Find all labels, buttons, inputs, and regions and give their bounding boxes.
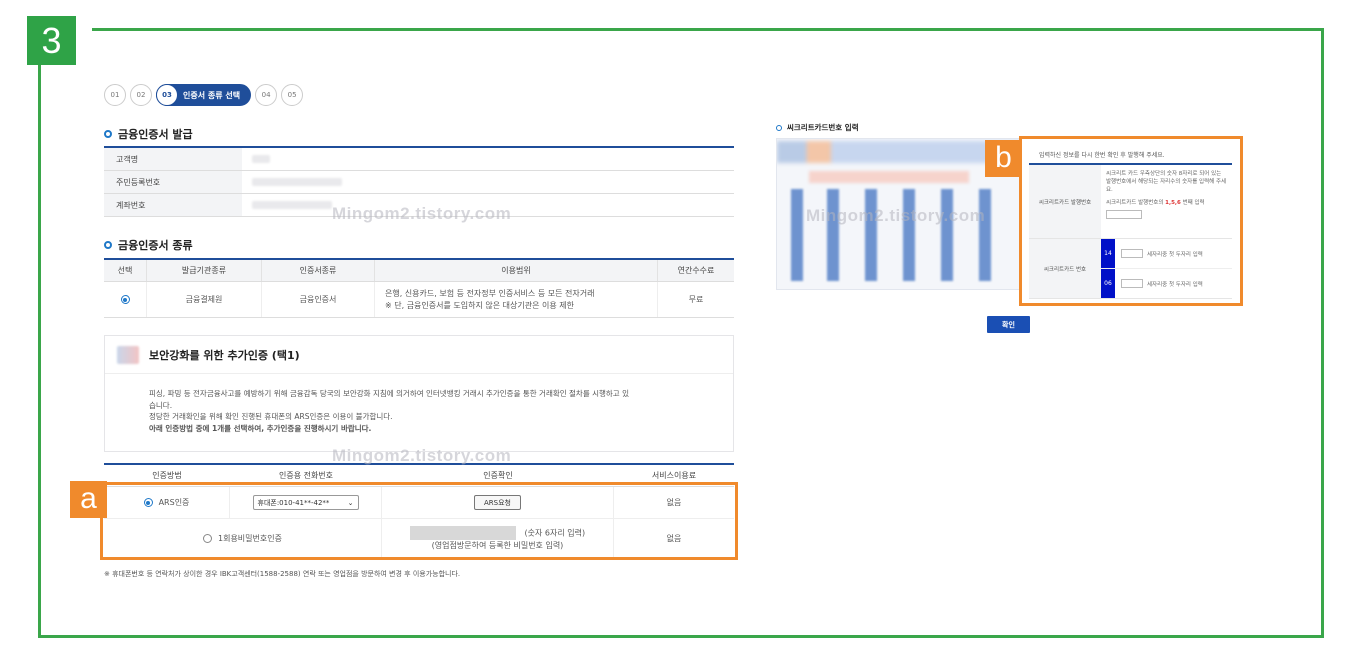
footnote: ※ 휴대폰번호 등 연락처가 상이한 경우 IBK고객센터(1588-2588)… [104,570,461,578]
card-column [791,189,803,281]
secret-card-confirm-button[interactable]: 확인 [987,316,1030,333]
highlight-label-b: b [985,140,1022,177]
bullet-ring-icon [104,241,112,249]
additional-auth-box: 보안강화를 위한 추가인증 (택1) 피싱, 파밍 등 전자금융사고를 예방하기… [104,335,734,452]
table-row: 고객명 [104,148,734,171]
watermark: Mingom2.tistory.com [332,446,512,465]
scope-line-2: ※ 단, 금융인증서를 도입하지 않은 대상기관은 이용 제한 [385,300,574,310]
fee-cell: 무료 [688,295,704,304]
step-01: 01 [104,84,126,106]
bullet-ring-icon [104,130,112,138]
auth-desc-line-3: 정당한 거래확인을 위해 확인 진행된 휴대폰의 ARS인증은 이용이 불가합니… [149,412,393,421]
secret-card-title-text: 씨크리트카드번호 입력 [787,123,859,132]
cert-select-radio[interactable] [120,295,130,304]
auth-box-header: 보안강화를 위한 추가인증 (택1) [105,336,733,374]
security-shield-icon [117,345,139,364]
bullet-ring-icon [776,124,782,131]
scope-line-1: 은행, 신용카드, 보험 등 전자정부 인증서비스 등 모든 전자거래 [385,288,595,298]
step-04: 04 [255,84,278,106]
secret-card-title: 씨크리트카드번호 입력 [776,122,859,133]
card-column [827,189,839,281]
card-column [941,189,953,281]
resident-number-value [242,171,734,193]
step-03-number: 03 [156,84,178,106]
cert-section-title-text: 금융인증서 종류 [118,239,193,252]
auth-box-title: 보안강화를 위한 추가인증 (택1) [149,348,300,362]
issuer-cell: 금융결제원 [147,282,262,317]
highlight-label-a: a [70,481,107,518]
auth-desc-line-1: 피싱, 파밍 등 전자금융사고를 예방하기 위해 금융감독 당국의 보안강화 지… [149,389,629,398]
auth-description: 피싱, 파밍 등 전자금융사고를 예방하기 위해 금융감독 당국의 보안강화 지… [105,374,705,434]
cert-section-title: 금융인증서 종류 [104,237,193,253]
cert-type-cell: 금융인증서 [262,282,375,317]
auth-desc-line-4: 아래 인증방법 중에 1개를 선택하여, 추가인증을 진행하시기 바랍니다. [149,423,372,433]
table-row: 금융결제원 금융인증서 은행, 신용카드, 보험 등 전자정부 인증서비스 등 … [104,282,734,318]
highlight-box-a [100,482,738,560]
account-number-label: 계좌번호 [104,194,242,216]
step-02: 02 [130,84,152,106]
cert-table-header: 선택 발급기관종류 인증서종류 이용범위 연간수수료 [104,260,734,282]
col-select: 선택 [104,260,147,281]
cert-type-table: 선택 발급기관종류 인증서종류 이용범위 연간수수료 금융결제원 금융인증서 은… [104,258,734,318]
scope-cell: 은행, 신용카드, 보험 등 전자정부 인증서비스 등 모든 전자거래 ※ 단,… [375,282,658,317]
customer-name-label: 고객명 [104,148,242,170]
customer-name-value [242,148,734,170]
col-issuer: 발급기관종류 [147,260,262,281]
col-scope: 이용범위 [375,260,658,281]
auth-desc-line-2: 습니다. [149,400,173,410]
step-03-label: 인증서 종류 선택 [183,90,241,100]
highlight-box-b [1019,136,1243,306]
col-fee: 연간수수료 [677,266,715,275]
resident-number-label: 주민등록번호 [104,171,242,193]
step-05: 05 [281,84,304,106]
step-03-active: 03 인증서 종류 선택 [156,84,252,106]
watermark: Mingom2.tistory.com [806,206,986,225]
card-column [979,189,991,281]
card-pink-strip [809,171,969,183]
table-row: 주민등록번호 [104,171,734,194]
issue-section-title: 금융인증서 발급 [104,126,193,142]
card-column [865,189,877,281]
progress-stepper: 01 02 03 인증서 종류 선택 04 05 [104,84,307,106]
cert-radio-cell [104,282,147,317]
col-cert-type: 인증서종류 [262,260,375,281]
issue-section-title-text: 금융인증서 발급 [118,128,193,141]
step-number-badge: 3 [27,16,76,65]
card-column [903,189,915,281]
watermark: Mingom2.tistory.com [332,204,512,223]
